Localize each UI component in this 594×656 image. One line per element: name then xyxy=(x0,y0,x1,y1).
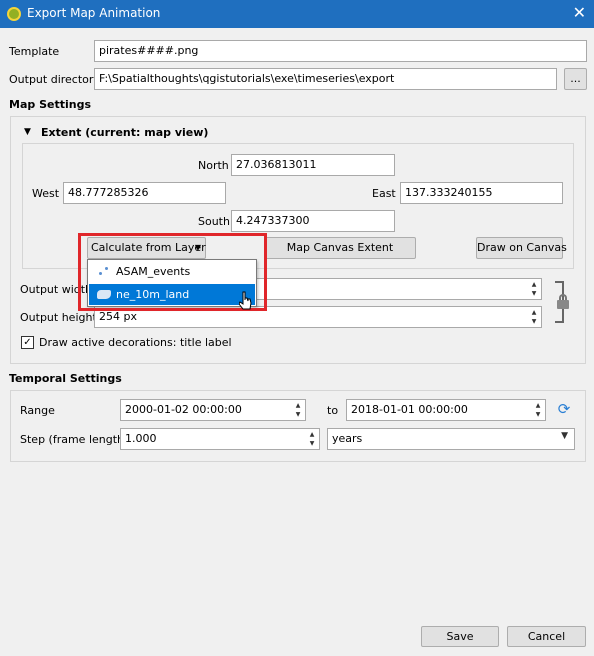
map-canvas-extent-button[interactable]: Map Canvas Extent xyxy=(264,237,416,259)
step-input[interactable]: 1.000 ▲ ▼ xyxy=(120,428,320,450)
mouse-cursor-icon xyxy=(239,291,252,310)
window-title: Export Map Animation xyxy=(27,6,161,20)
range-start-input[interactable]: 2000-01-02 00:00:00 ▲ ▼ xyxy=(120,399,306,421)
map-settings-heading: Map Settings xyxy=(9,98,91,111)
lock-icon[interactable] xyxy=(557,294,569,310)
step-unit-select[interactable]: years ▼ xyxy=(327,428,575,450)
range-label: Range xyxy=(20,404,55,417)
step-label: Step (frame length) xyxy=(20,433,129,446)
east-label: East xyxy=(372,187,396,200)
output-height-label: Output height xyxy=(20,311,97,324)
qgis-logo-icon xyxy=(7,7,21,21)
north-input[interactable]: 27.036813011 xyxy=(231,154,395,176)
draw-on-canvas-button[interactable]: Draw on Canvas xyxy=(476,237,567,259)
extent-heading[interactable]: Extent (current: map view) xyxy=(41,126,208,139)
south-label: South xyxy=(198,215,230,228)
cancel-button[interactable]: Cancel xyxy=(507,626,586,647)
chevron-down-icon: ▼ xyxy=(561,431,568,441)
spin-arrows-icon[interactable]: ▲ ▼ xyxy=(529,280,539,298)
refresh-icon[interactable]: ⟳ xyxy=(556,401,572,417)
step-value: 1.000 xyxy=(125,432,157,445)
output-directory-label: Output directory xyxy=(9,73,100,86)
save-button[interactable]: Save xyxy=(421,626,499,647)
spin-arrows-icon[interactable]: ▲ ▼ xyxy=(529,308,539,326)
spin-arrows-icon[interactable]: ▲ ▼ xyxy=(307,430,317,448)
template-label: Template xyxy=(9,45,60,58)
east-input[interactable]: 137.333240155 xyxy=(400,182,563,204)
north-label: North xyxy=(198,159,229,172)
range-end-input[interactable]: 2018-01-01 00:00:00 ▲ ▼ xyxy=(346,399,546,421)
close-icon[interactable]: ✕ xyxy=(573,3,586,22)
collapse-arrow-icon[interactable]: ▼ xyxy=(24,127,31,137)
range-end-value: 2018-01-01 00:00:00 xyxy=(351,403,468,416)
template-input[interactable]: pirates####.png xyxy=(94,40,587,62)
temporal-settings-heading: Temporal Settings xyxy=(9,372,122,385)
output-height-value: 254 px xyxy=(99,310,137,323)
decorations-checkbox[interactable]: ✓ xyxy=(21,336,34,349)
decorations-label: Draw active decorations: title label xyxy=(39,336,232,349)
west-label: West xyxy=(32,187,60,200)
spin-arrows-icon[interactable]: ▲ ▼ xyxy=(293,401,303,419)
spin-arrows-icon[interactable]: ▲ ▼ xyxy=(533,401,543,419)
range-to-label: to xyxy=(327,404,339,417)
west-input[interactable]: 48.777285326 xyxy=(63,182,226,204)
south-input[interactable]: 4.247337300 xyxy=(231,210,395,232)
title-bar: Export Map Animation ✕ xyxy=(0,0,594,28)
output-directory-input[interactable]: F:\Spatialthoughts\qgistutorials\exe\tim… xyxy=(94,68,557,90)
range-start-value: 2000-01-02 00:00:00 xyxy=(125,403,242,416)
browse-button[interactable]: ... xyxy=(564,68,587,90)
step-unit-value: years xyxy=(332,432,363,445)
